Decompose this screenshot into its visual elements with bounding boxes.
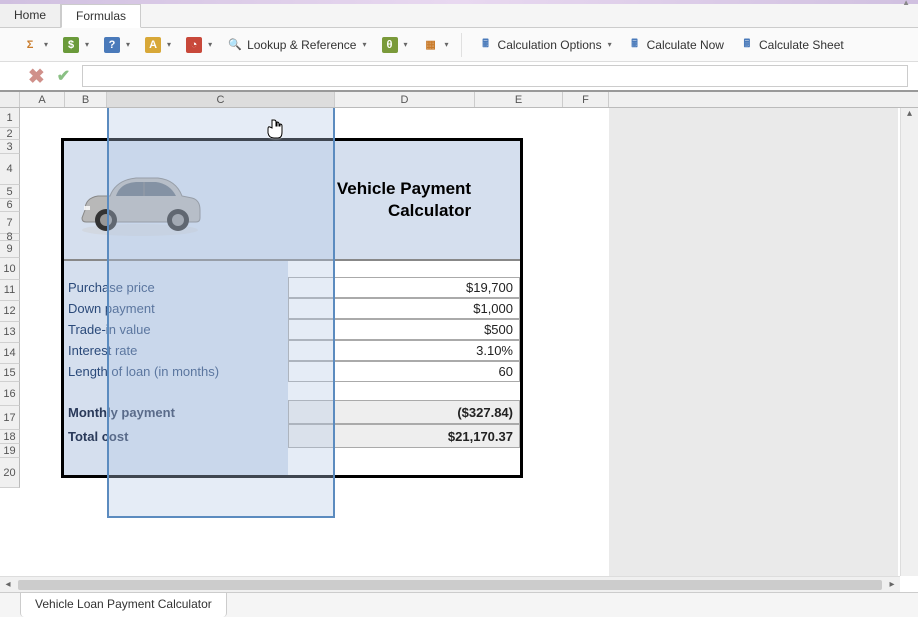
title-line-2: Calculator	[388, 201, 471, 220]
row-header-16[interactable]: 16	[0, 382, 20, 406]
sheet-tabs: Vehicle Loan Payment Calculator	[0, 592, 918, 617]
row-header-8[interactable]: 8	[0, 234, 20, 241]
formula-input[interactable]	[82, 65, 908, 87]
row-headers: 1 2 3 4 5 6 7 8 9 10 11 12 13 14 15 16 1…	[0, 108, 20, 576]
car-icon	[70, 160, 210, 240]
lookup-label: Lookup & Reference	[247, 38, 356, 52]
row-header-12[interactable]: 12	[0, 301, 20, 322]
vertical-scrollbar[interactable]: ▴	[900, 108, 918, 576]
logical-button[interactable]: ?▾	[98, 34, 136, 56]
cancel-icon[interactable]: ✖	[28, 64, 45, 89]
value-loan-length[interactable]: 60	[288, 361, 520, 382]
scroll-left-icon[interactable]: ◂	[0, 579, 16, 590]
spreadsheet-grid[interactable]: 1 2 3 4 5 6 7 8 9 10 11 12 13 14 15 16 1…	[0, 108, 918, 576]
tab-formulas[interactable]: Formulas	[61, 4, 141, 28]
row-header-13[interactable]: 13	[0, 322, 20, 343]
calc-now-label: Calculate Now	[647, 38, 724, 52]
calc-sheet-label: Calculate Sheet	[759, 38, 844, 52]
label-total-cost: Total cost	[64, 424, 288, 448]
value-purchase-price[interactable]: $19,700	[288, 277, 520, 298]
scroll-thumb[interactable]	[18, 580, 882, 590]
text-button[interactable]: A▾	[139, 34, 177, 56]
row-header-5[interactable]: 5	[0, 185, 20, 199]
title-bar	[0, 0, 918, 4]
row-header-11[interactable]: 11	[0, 280, 20, 301]
chevron-down-icon: ▾	[608, 40, 612, 49]
financial-button[interactable]: $▾	[57, 34, 95, 56]
value-interest-rate[interactable]: 3.10%	[288, 340, 520, 361]
label-purchase-price: Purchase price	[64, 277, 288, 298]
title-cell: Vehicle Payment Calculator	[288, 141, 520, 259]
accept-icon[interactable]: ✔	[57, 66, 70, 86]
chevron-down-icon: ▾	[445, 40, 449, 49]
column-header-e[interactable]: E	[475, 92, 563, 107]
row-header-17[interactable]: 17	[0, 406, 20, 430]
calc-options-label: Calculation Options	[498, 38, 602, 52]
column-header-d[interactable]: D	[335, 92, 475, 107]
scroll-right-icon[interactable]: ▸	[884, 579, 900, 590]
row-header-2[interactable]: 2	[0, 128, 20, 140]
row-header-1[interactable]: 1	[0, 108, 20, 128]
row-header-15[interactable]: 15	[0, 364, 20, 382]
value-total-cost: $21,170.37	[288, 424, 520, 448]
row-header-18[interactable]: 18	[0, 430, 20, 444]
autosum-button[interactable]: Σ▾	[16, 34, 54, 56]
value-down-payment[interactable]: $1,000	[288, 298, 520, 319]
chevron-down-icon: ▾	[85, 40, 89, 49]
calculation-options-button[interactable]: 🖩Calculation Options▾	[472, 34, 618, 56]
ribbon-tabs: Home Formulas	[0, 4, 918, 28]
column-header-b[interactable]: B	[65, 92, 107, 107]
label-loan-|length: Length of loan (in months)	[64, 361, 288, 382]
chevron-down-icon: ▾	[126, 40, 130, 49]
label-monthly-payment: Monthly payment	[64, 400, 288, 424]
calculator-document: Vehicle Payment Calculator Purchase price…	[61, 138, 523, 478]
row-header-6[interactable]: 6	[0, 199, 20, 212]
scroll-up-icon[interactable]: ▴	[901, 108, 918, 124]
row-header-3[interactable]: 3	[0, 140, 20, 154]
row-header-14[interactable]: 14	[0, 343, 20, 364]
chevron-down-icon: ▾	[44, 40, 48, 49]
label-interest-rate: Interest rate	[64, 340, 288, 361]
row-header-19[interactable]: 19	[0, 444, 20, 458]
chevron-down-icon: ▾	[208, 40, 212, 49]
column-headers: A B C D E F	[0, 92, 918, 108]
datetime-button[interactable]: ◔▾	[180, 34, 218, 56]
value-trade-in[interactable]: $500	[288, 319, 520, 340]
formula-bar: ✖ ✔	[0, 62, 918, 92]
chevron-down-icon: ▾	[167, 40, 171, 49]
value-monthly-payment: ($327.84)	[288, 400, 520, 424]
calculate-now-button[interactable]: 🖩Calculate Now	[621, 34, 730, 56]
row-header-9[interactable]: 9	[0, 241, 20, 258]
column-header-a[interactable]: A	[20, 92, 65, 107]
label-down-payment: Down payment	[64, 298, 288, 319]
lookup-reference-button[interactable]: 🔍Lookup & Reference▾	[221, 34, 372, 56]
more-functions-button[interactable]: ▦▾	[417, 34, 455, 56]
calculate-sheet-button[interactable]: 🖩Calculate Sheet	[733, 34, 850, 56]
row-header-4[interactable]: 4	[0, 154, 20, 185]
title-line-1: Vehicle Payment	[337, 179, 471, 198]
ribbon-toolbar: Σ▾ $▾ ?▾ A▾ ◔▾ 🔍Lookup & Reference▾ θ▾ ▦…	[0, 28, 918, 62]
column-header-f[interactable]: F	[563, 92, 609, 107]
column-header-c[interactable]: C	[107, 92, 335, 107]
chevron-down-icon: ▾	[362, 40, 366, 49]
label-trade-in: Trade-in value	[64, 319, 288, 340]
horizontal-scrollbar[interactable]: ◂ ▸	[0, 576, 900, 592]
row-header-10[interactable]: 10	[0, 258, 20, 280]
select-all-corner[interactable]	[0, 92, 20, 107]
math-button[interactable]: θ▾	[376, 34, 414, 56]
sheet-tab-vehicle-loan[interactable]: Vehicle Loan Payment Calculator	[20, 592, 227, 617]
grid-background	[609, 108, 898, 576]
row-header-20[interactable]: 20	[0, 458, 20, 488]
car-image-cell	[64, 141, 288, 259]
tab-home[interactable]: Home	[0, 4, 61, 27]
chevron-down-icon: ▾	[404, 40, 408, 49]
